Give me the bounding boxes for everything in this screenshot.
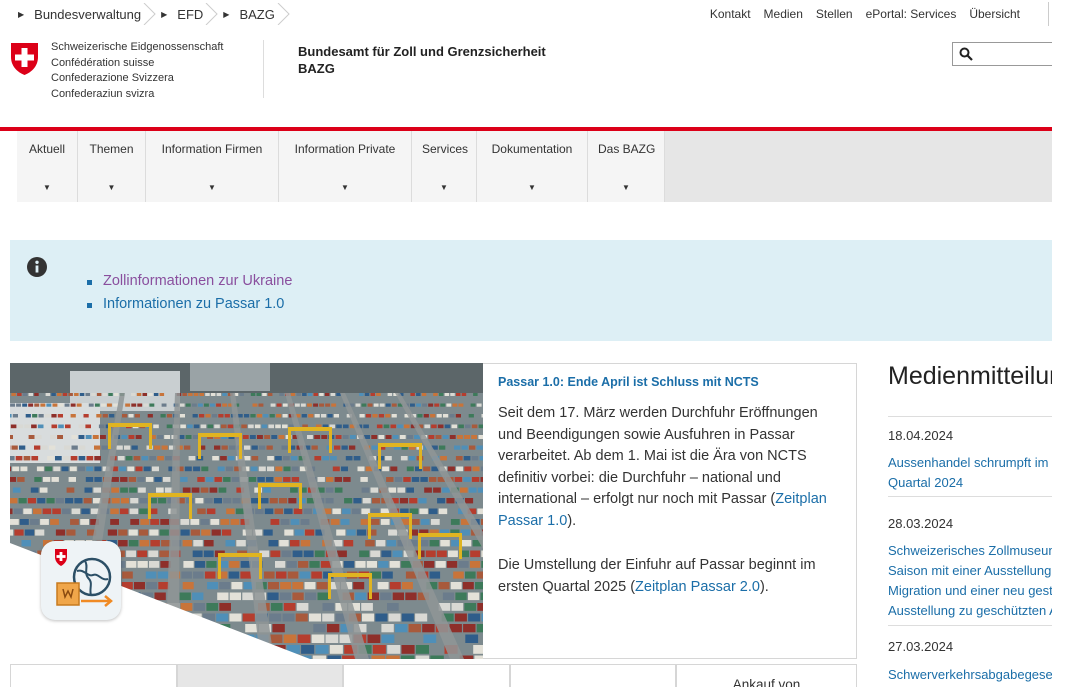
top-links: Kontakt Medien Stellen ePortal: Services… [710,7,1020,21]
breadcrumb-label: BAZG [239,6,275,22]
info-link-ukraine[interactable]: Zollinformationen zur Ukraine [86,270,292,293]
teaser-tab-3[interactable] [343,664,510,687]
teaser-tab-4[interactable] [510,664,676,687]
office-title: Bundesamt für Zoll und Grenzsicherheit B… [298,43,546,77]
breadcrumb-item-efd[interactable]: ▶ EFD [155,3,218,25]
office-abbr: BAZG [298,61,335,76]
caret-down-icon: ▼ [43,183,51,192]
media-divider [888,416,1052,417]
info-link-passar[interactable]: Informationen zu Passar 1.0 [86,293,292,316]
nav-label: Dokumentation [491,142,573,156]
breadcrumb-label: EFD [177,6,204,22]
top-bar: ▶ Bundesverwaltung ▶ EFD ▶ BAZG Kontakt … [0,0,1080,28]
teaser-tabs: Ankauf von [10,664,857,687]
teaser-paragraph-1: Seit dem 17. März werden Durchfuhr Eröff… [498,403,844,532]
teaser-title[interactable]: Passar 1.0: Ende April ist Schluss mit N… [498,375,759,389]
media-link-1[interactable]: Aussenhandel schrumpft im ersten Quartal… [888,453,1052,493]
caret-down-icon: ▼ [622,183,630,192]
info-list: Zollinformationen zur Ukraine Informatio… [86,270,292,316]
toplink-eportal[interactable]: ePortal: Services [866,7,957,21]
nav-item-dokumentation[interactable]: Dokumentation ▼ [477,131,588,202]
nav-label: Information Firmen [161,142,263,156]
media-heading: Medienmitteilungen [888,362,1052,390]
toplink-uebersicht[interactable]: Übersicht [969,7,1020,21]
confederation-names: Schweizerische Eidgenossenschaft Confédé… [51,40,223,102]
caret-down-icon: ▼ [341,183,349,192]
nav-item-information-private[interactable]: Information Private ▼ [279,131,412,202]
teaser-tab-ankauf[interactable]: Ankauf von [676,664,857,687]
teaser-tab-2[interactable] [177,664,343,687]
nav-label: Das BAZG [598,142,656,156]
media-date: 18.04.2024 [888,428,954,443]
teaser-text-end: ). [567,512,577,529]
nav-label: Information Private [294,142,396,156]
breadcrumb-label: Bundesverwaltung [34,6,142,22]
media-link-line: Schweizerisches Zollmuseum: Neue [888,543,1052,558]
media-link-line: Quartal 2024 [888,475,964,490]
caret-down-icon: ▼ [107,183,116,192]
media-divider [888,625,1052,626]
caret-down-icon: ▼ [208,183,216,192]
toplink-kontakt[interactable]: Kontakt [710,7,751,21]
nav-item-services[interactable]: Services ▼ [412,131,477,202]
media-column: Medienmitteilungen 18.04.2024 Aussenhand… [880,355,1052,687]
media-date: 28.03.2024 [888,516,954,531]
toplink-stellen[interactable]: Stellen [816,7,853,21]
nav-item-themen[interactable]: Themen ▼ [78,131,146,202]
office-name: Bundesamt für Zoll und Grenzsicherheit [298,44,546,59]
breadcrumb-chevron-icon [277,3,291,25]
media-date: 27.03.2024 [888,639,954,654]
search-input[interactable] [952,42,1052,66]
confederation-it: Confederazione Svizzera [51,72,174,84]
teaser-paragraph-2: Die Umstellung der Einfuhr auf Passar be… [498,555,844,598]
media-link-line: Schwerverkehrsabgabegesetz [888,667,1052,682]
confederation-de: Schweizerische Eidgenossenschaft [51,41,224,53]
breadcrumb-item-bundesverwaltung[interactable]: ▶ Bundesverwaltung [12,3,156,25]
teaser-text: Seit dem 17. März werden Durchfuhr Eröff… [498,405,818,507]
main-nav: Aktuell ▼ Themen ▼ Information Firmen ▼ … [17,131,665,202]
caret-right-icon: ▶ [18,9,25,19]
media-divider [888,496,1052,497]
nav-item-aktuell[interactable]: Aktuell ▼ [17,131,78,202]
caret-down-icon: ▼ [528,183,536,192]
confederation-fr: Confédération suisse [51,56,155,69]
link-zeitplan-passar-2[interactable]: Zeitplan Passar 2.0 [635,579,760,595]
confederation-rm: Confederaziun svizra [51,87,155,100]
teaser-text-end: ). [759,578,769,595]
breadcrumb: ▶ Bundesverwaltung ▶ EFD ▶ BAZG [12,3,291,25]
swiss-shield-icon[interactable] [9,42,40,76]
caret-right-icon: ▶ [223,9,230,19]
header-divider [263,40,264,98]
media-link-line: Aussenhandel schrumpft im ersten [888,455,1052,470]
nav-label: Services [422,142,469,156]
top-divider [1048,2,1049,26]
breadcrumb-item-bazg[interactable]: ▶ BAZG [217,3,291,25]
toplink-medien[interactable]: Medien [764,7,803,21]
passar-app-icon [41,541,121,620]
search-icon [959,47,973,61]
media-link-line: Saison mit einer Ausstellung zu [888,563,1052,578]
teaser-tab-1[interactable] [10,664,177,687]
nav-item-das-bazg[interactable]: Das BAZG ▼ [588,131,665,202]
info-icon [27,257,47,277]
caret-down-icon: ▼ [440,183,448,192]
nav-label: Themen [89,142,134,156]
nav-label: Aktuell [28,142,66,156]
media-link-line: Migration und einer neu gestalteten [888,583,1052,598]
media-link-3[interactable]: Schwerverkehrsabgabegesetz [888,665,1052,685]
caret-right-icon: ▶ [161,9,168,19]
nav-item-information-firmen[interactable]: Information Firmen ▼ [146,131,279,202]
media-link-2[interactable]: Schweizerisches Zollmuseum: Neue Saison … [888,541,1052,621]
media-link-line: Ausstellung zu geschützten Arten [888,603,1052,618]
